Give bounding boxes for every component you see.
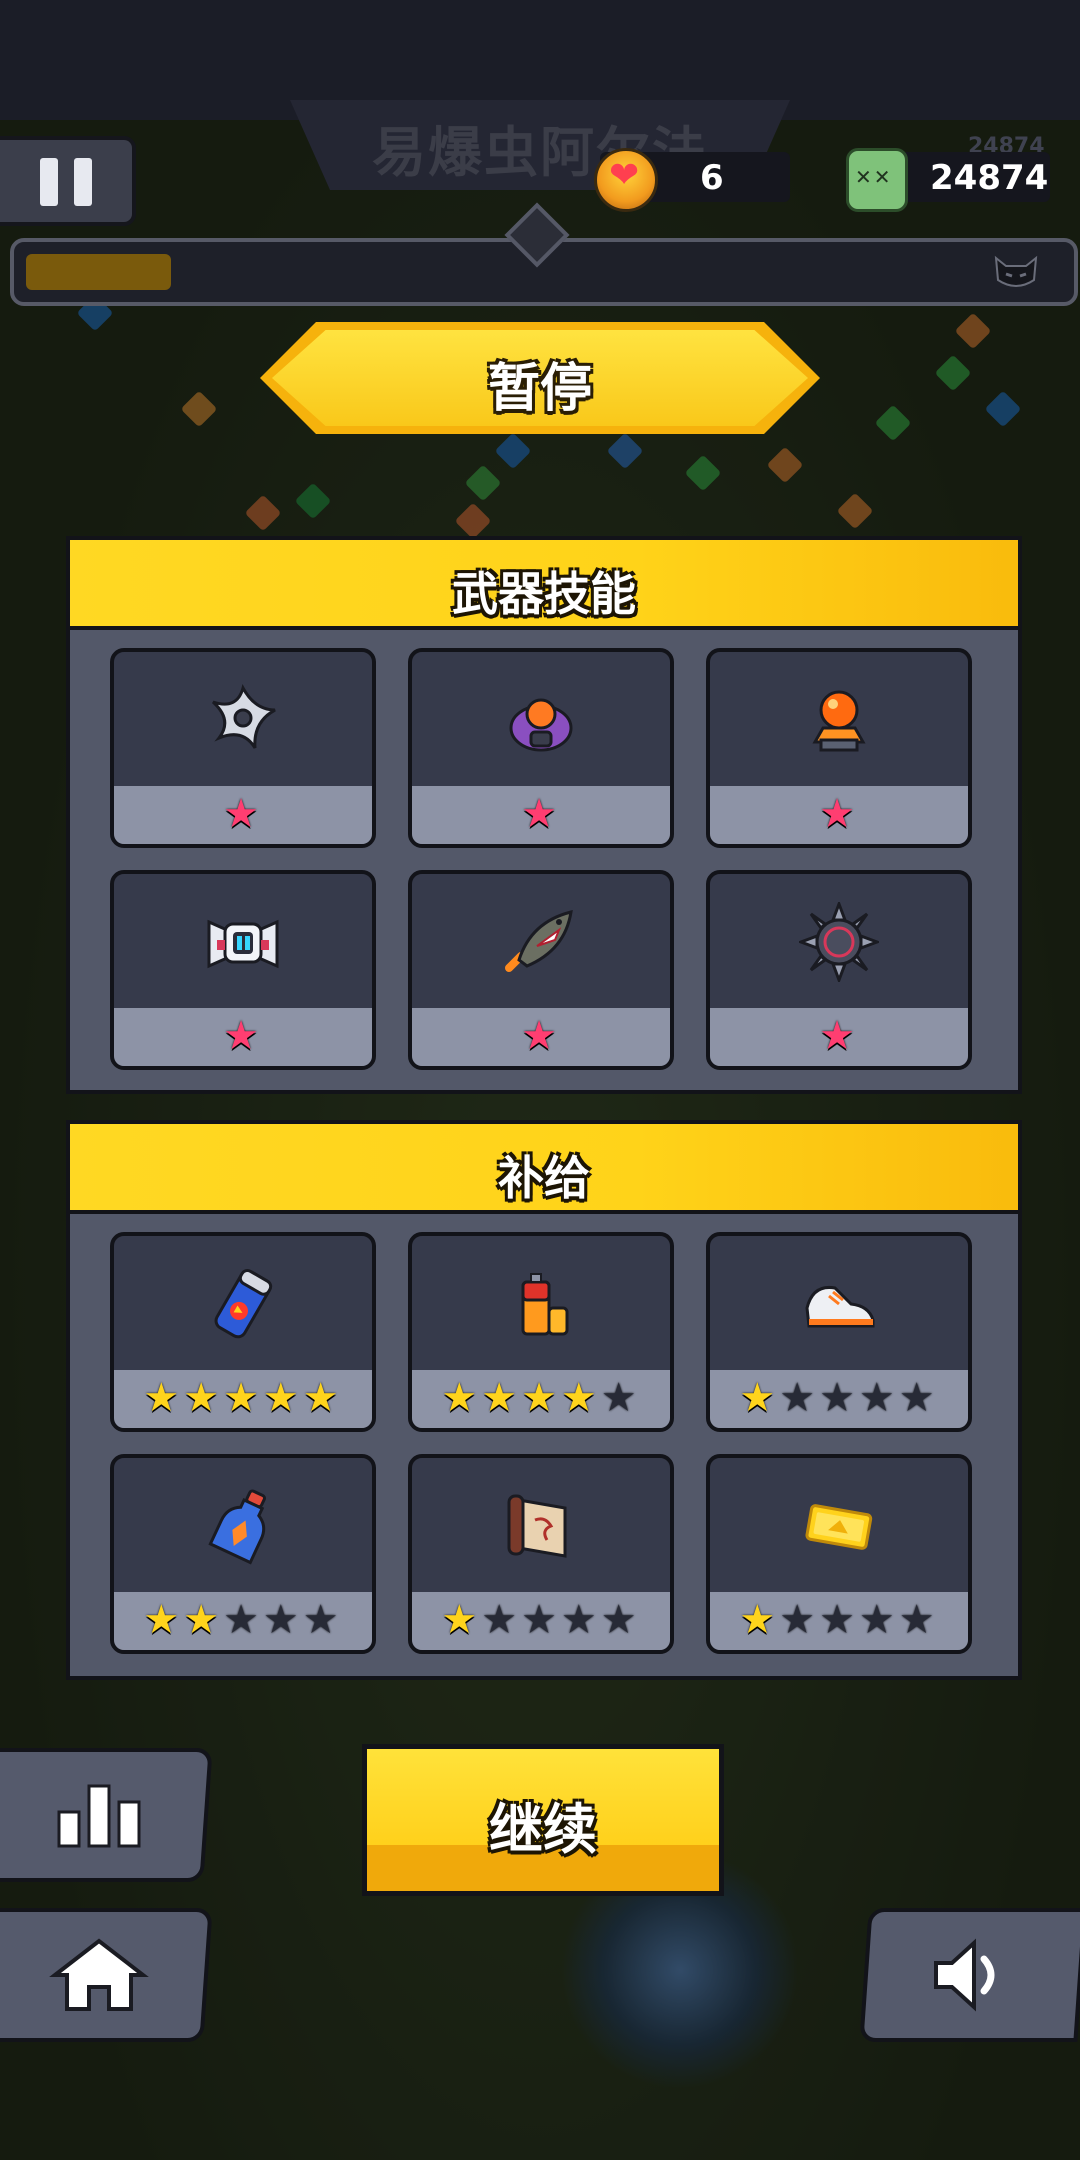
continue-button[interactable]: 继续	[362, 1744, 724, 1896]
star-filled-icon: ★	[521, 1375, 561, 1421]
shuriken-icon	[211, 684, 276, 749]
skull-kill-icon	[846, 148, 908, 212]
pause-icon	[40, 158, 58, 206]
home-icon	[49, 1938, 149, 2011]
star-filled-icon: ★	[481, 1375, 522, 1421]
pause-button[interactable]	[0, 136, 136, 226]
star-icon: ★	[223, 791, 263, 837]
star-icon: ★	[223, 1013, 263, 1059]
supply-slot-4[interactable]: ★★★★★	[110, 1454, 376, 1654]
drone-turret-icon	[509, 698, 573, 752]
star-filled-icon: ★	[302, 1375, 343, 1421]
sneaker-icon	[805, 1285, 875, 1328]
star-empty-icon: ★	[898, 1375, 939, 1421]
star-filled-icon: ★	[441, 1597, 482, 1643]
star-icon: ★	[819, 1013, 859, 1059]
spiked-mine-icon	[799, 902, 879, 982]
star-empty-icon: ★	[858, 1375, 899, 1421]
star-filled-icon: ★	[143, 1597, 184, 1643]
sound-button[interactable]	[859, 1908, 1080, 2042]
gold-ticket-icon	[805, 1504, 873, 1550]
star-empty-icon: ★	[560, 1597, 601, 1643]
weapon-slot-6[interactable]: ★	[706, 870, 972, 1070]
star-filled-icon: ★	[183, 1597, 224, 1643]
supplies-panel: 补给 ★★★★★ ★★★★★ ★★★★★ ★★★★★ ★★★★★ ★★★★★	[66, 1120, 1022, 1680]
star-filled-icon: ★	[262, 1375, 303, 1421]
star-filled-icon: ★	[183, 1375, 224, 1421]
speaker-icon	[934, 1938, 995, 2012]
weapon-slot-1[interactable]: ★	[110, 648, 376, 848]
star-filled-icon: ★	[739, 1375, 780, 1421]
shark-missile-icon	[505, 909, 573, 972]
supply-slot-6[interactable]: ★★★★★	[706, 1454, 972, 1654]
star-filled-icon: ★	[223, 1375, 263, 1421]
weapon-slot-3[interactable]: ★	[706, 648, 972, 848]
star-empty-icon: ★	[302, 1597, 343, 1643]
star-empty-icon: ★	[898, 1597, 939, 1643]
supply-slot-1[interactable]: ★★★★★	[110, 1232, 376, 1432]
supplies-title: 补给	[498, 1151, 590, 1205]
weapon-skills-header: 武器技能	[70, 540, 1018, 630]
robot-guard-icon	[207, 919, 279, 969]
weapon-slot-4[interactable]: ★	[110, 870, 376, 1070]
heart-icon	[594, 148, 658, 212]
energy-drink-icon	[214, 1268, 273, 1339]
weapon-skills-title: 武器技能	[452, 567, 636, 621]
stats-icon	[57, 1784, 141, 1848]
weapon-slot-5[interactable]: ★	[408, 870, 674, 1070]
continue-label: 继续	[489, 1798, 597, 1861]
star-empty-icon: ★	[600, 1597, 641, 1643]
weapon-slot-2[interactable]: ★	[408, 648, 674, 848]
star-empty-icon: ★	[858, 1597, 899, 1643]
supply-slot-5[interactable]: ★★★★★	[408, 1454, 674, 1654]
star-empty-icon: ★	[819, 1597, 859, 1643]
supply-slot-2[interactable]: ★★★★★	[408, 1232, 674, 1432]
star-empty-icon: ★	[779, 1597, 820, 1643]
kills-value: 24874	[930, 158, 1049, 198]
potion-bottle-icon	[208, 1489, 266, 1565]
supplies-header: 补给	[70, 1124, 1018, 1214]
star-empty-icon: ★	[521, 1597, 561, 1643]
star-empty-icon: ★	[600, 1375, 641, 1421]
star-empty-icon: ★	[262, 1597, 303, 1643]
boss-cat-icon	[994, 255, 1038, 287]
wave-progress-fill	[26, 254, 171, 290]
star-filled-icon: ★	[739, 1597, 780, 1643]
supply-slot-3[interactable]: ★★★★★	[706, 1232, 972, 1432]
star-icon: ★	[521, 1013, 561, 1059]
stats-button[interactable]	[0, 1748, 213, 1882]
pause-title: 暂停	[487, 359, 592, 419]
star-filled-icon: ★	[441, 1375, 482, 1421]
hearts-value: 6	[700, 158, 724, 198]
star-empty-icon: ★	[819, 1375, 859, 1421]
star-icon: ★	[521, 791, 561, 837]
scroll-book-icon	[507, 1494, 567, 1558]
star-filled-icon: ★	[143, 1375, 184, 1421]
star-empty-icon: ★	[481, 1597, 522, 1643]
star-filled-icon: ★	[560, 1375, 601, 1421]
home-button[interactable]	[0, 1908, 213, 2042]
battery-icon	[521, 1273, 569, 1336]
weapon-skills-panel: 武器技能 ★ ★ ★ ★ ★ ★	[66, 536, 1022, 1094]
energy-orb-icon	[812, 690, 866, 752]
star-empty-icon: ★	[223, 1597, 263, 1643]
star-icon: ★	[819, 791, 859, 837]
star-empty-icon: ★	[779, 1375, 820, 1421]
